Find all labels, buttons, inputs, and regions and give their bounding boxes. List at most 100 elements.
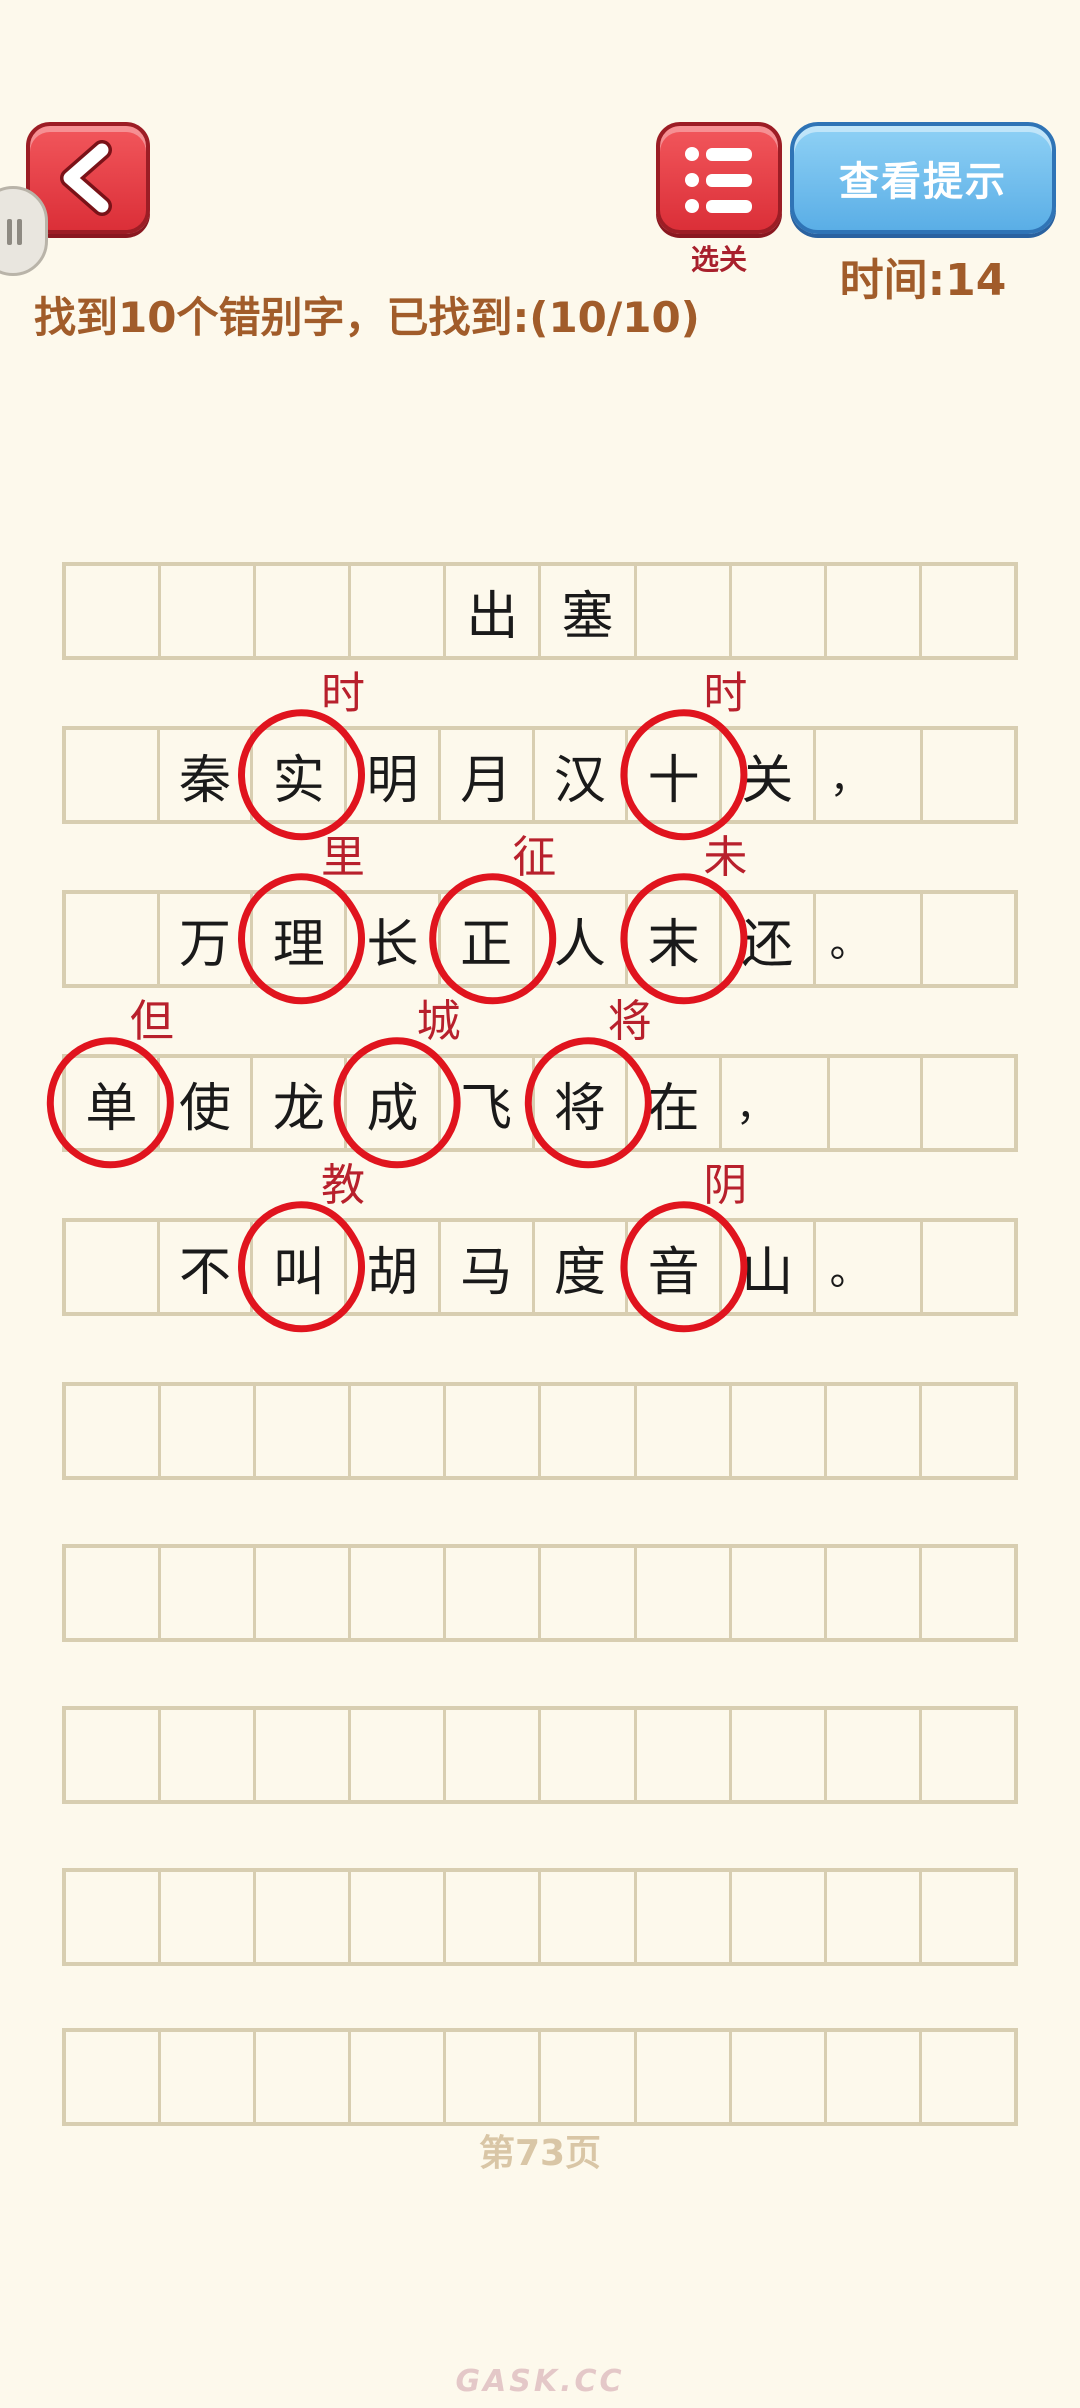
empty-cell bbox=[66, 2032, 162, 2122]
character-cell[interactable]: 飞 bbox=[441, 1058, 535, 1148]
empty-cell bbox=[541, 2032, 637, 2122]
grid-row: 不叫胡马度音山。 bbox=[62, 1218, 1018, 1316]
character-cell[interactable]: 实 bbox=[253, 730, 348, 820]
character-cell[interactable]: 使 bbox=[160, 1058, 254, 1148]
empty-cell bbox=[922, 2032, 1014, 2122]
character-cell[interactable]: 明 bbox=[347, 730, 441, 820]
grid-row: 万理长正人末还。 bbox=[62, 890, 1018, 988]
empty-cell bbox=[732, 1872, 827, 1962]
empty-cell bbox=[827, 2032, 922, 2122]
correction-character: 时 bbox=[703, 668, 747, 719]
game-screen: 选关 查看提示 时间:14 找到10个错别字，已找到:(10/10) 出塞秦实明… bbox=[0, 0, 1080, 2408]
empty-cell bbox=[541, 1710, 637, 1800]
empty-cell bbox=[637, 566, 732, 656]
empty-cell bbox=[827, 1548, 922, 1638]
character-cell[interactable]: 人 bbox=[535, 894, 629, 984]
empty-cell bbox=[637, 1386, 732, 1476]
character-cell[interactable]: 度 bbox=[535, 1222, 629, 1312]
character-cell[interactable]: 胡 bbox=[347, 1222, 441, 1312]
character-cell[interactable]: 音 bbox=[628, 1222, 722, 1312]
empty-cell bbox=[66, 1548, 162, 1638]
character-cell[interactable]: 关 bbox=[722, 730, 816, 820]
list-menu-icon bbox=[685, 147, 752, 213]
character-cell[interactable]: 万 bbox=[160, 894, 254, 984]
view-hint-button[interactable]: 查看提示 bbox=[790, 122, 1056, 234]
empty-cell bbox=[66, 730, 160, 820]
empty-cell bbox=[161, 1548, 257, 1638]
empty-cell bbox=[161, 1710, 257, 1800]
character-cell[interactable]: 理 bbox=[253, 894, 348, 984]
character-cell[interactable]: 在 bbox=[628, 1058, 722, 1148]
empty-cell bbox=[923, 1058, 1014, 1148]
character-cell[interactable]: 不 bbox=[160, 1222, 254, 1312]
character-cell[interactable]: 叫 bbox=[253, 1222, 348, 1312]
empty-cell bbox=[923, 894, 1014, 984]
punctuation-cell: ， bbox=[722, 1058, 830, 1148]
character-cell[interactable]: 秦 bbox=[160, 730, 254, 820]
empty-cell bbox=[66, 1872, 162, 1962]
pause-icon bbox=[7, 219, 22, 245]
empty-cell bbox=[922, 1872, 1014, 1962]
character-cell[interactable]: 末 bbox=[628, 894, 722, 984]
character-cell[interactable]: 长 bbox=[347, 894, 441, 984]
correction-character: 城 bbox=[417, 996, 461, 1047]
empty-cell bbox=[637, 1872, 732, 1962]
grid-row bbox=[62, 1382, 1018, 1480]
empty-cell bbox=[732, 566, 827, 656]
progress-status: 找到10个错别字，已找到:(10/10) bbox=[34, 293, 700, 342]
empty-cell bbox=[256, 566, 352, 656]
empty-cell bbox=[637, 2032, 732, 2122]
empty-cell bbox=[827, 1386, 922, 1476]
empty-cell bbox=[66, 1710, 162, 1800]
correction-character: 但 bbox=[130, 996, 174, 1047]
empty-cell bbox=[732, 2032, 827, 2122]
character-cell[interactable]: 将 bbox=[535, 1058, 629, 1148]
character-cell[interactable]: 出 bbox=[446, 566, 542, 656]
empty-cell bbox=[256, 1386, 352, 1476]
empty-cell bbox=[66, 894, 160, 984]
grid-row bbox=[62, 1706, 1018, 1804]
grid-row: 单使龙成飞将在， bbox=[62, 1054, 1018, 1152]
character-cell[interactable]: 十 bbox=[628, 730, 722, 820]
correction-character: 阴 bbox=[703, 1160, 747, 1211]
empty-cell bbox=[922, 1710, 1014, 1800]
empty-cell bbox=[827, 566, 922, 656]
empty-cell bbox=[446, 1548, 542, 1638]
level-select-label: 选关 bbox=[690, 243, 747, 276]
empty-cell bbox=[351, 1872, 447, 1962]
character-cell[interactable]: 月 bbox=[441, 730, 535, 820]
empty-cell bbox=[351, 1710, 447, 1800]
level-select-button[interactable] bbox=[656, 122, 782, 234]
grid-row bbox=[62, 2028, 1018, 2126]
character-cell[interactable]: 塞 bbox=[541, 566, 637, 656]
character-cell[interactable]: 马 bbox=[441, 1222, 535, 1312]
empty-cell bbox=[541, 1872, 637, 1962]
grid-row bbox=[62, 1544, 1018, 1642]
character-cell[interactable]: 成 bbox=[347, 1058, 441, 1148]
empty-cell bbox=[161, 1872, 257, 1962]
grid-row bbox=[62, 1868, 1018, 1966]
character-cell[interactable]: 正 bbox=[441, 894, 535, 984]
empty-cell bbox=[256, 1710, 352, 1800]
character-cell[interactable]: 单 bbox=[66, 1058, 160, 1148]
character-cell[interactable]: 汉 bbox=[535, 730, 629, 820]
page-number: 第73页 bbox=[478, 2133, 602, 2174]
floating-side-button[interactable] bbox=[0, 186, 48, 276]
character-cell[interactable]: 龙 bbox=[253, 1058, 348, 1148]
empty-cell bbox=[351, 566, 447, 656]
empty-cell bbox=[830, 1058, 924, 1148]
empty-cell bbox=[922, 1386, 1014, 1476]
empty-cell bbox=[351, 2032, 447, 2122]
empty-cell bbox=[732, 1710, 827, 1800]
correction-character: 教 bbox=[321, 1160, 365, 1211]
empty-cell bbox=[256, 2032, 352, 2122]
empty-cell bbox=[732, 1386, 827, 1476]
empty-cell bbox=[446, 1710, 542, 1800]
empty-cell bbox=[446, 1386, 542, 1476]
empty-cell bbox=[637, 1548, 732, 1638]
character-cell[interactable]: 山 bbox=[722, 1222, 816, 1312]
site-watermark: GASK.CC bbox=[455, 2364, 625, 2399]
punctuation-cell: ， bbox=[816, 730, 924, 820]
empty-cell bbox=[541, 1386, 637, 1476]
character-cell[interactable]: 还 bbox=[722, 894, 816, 984]
